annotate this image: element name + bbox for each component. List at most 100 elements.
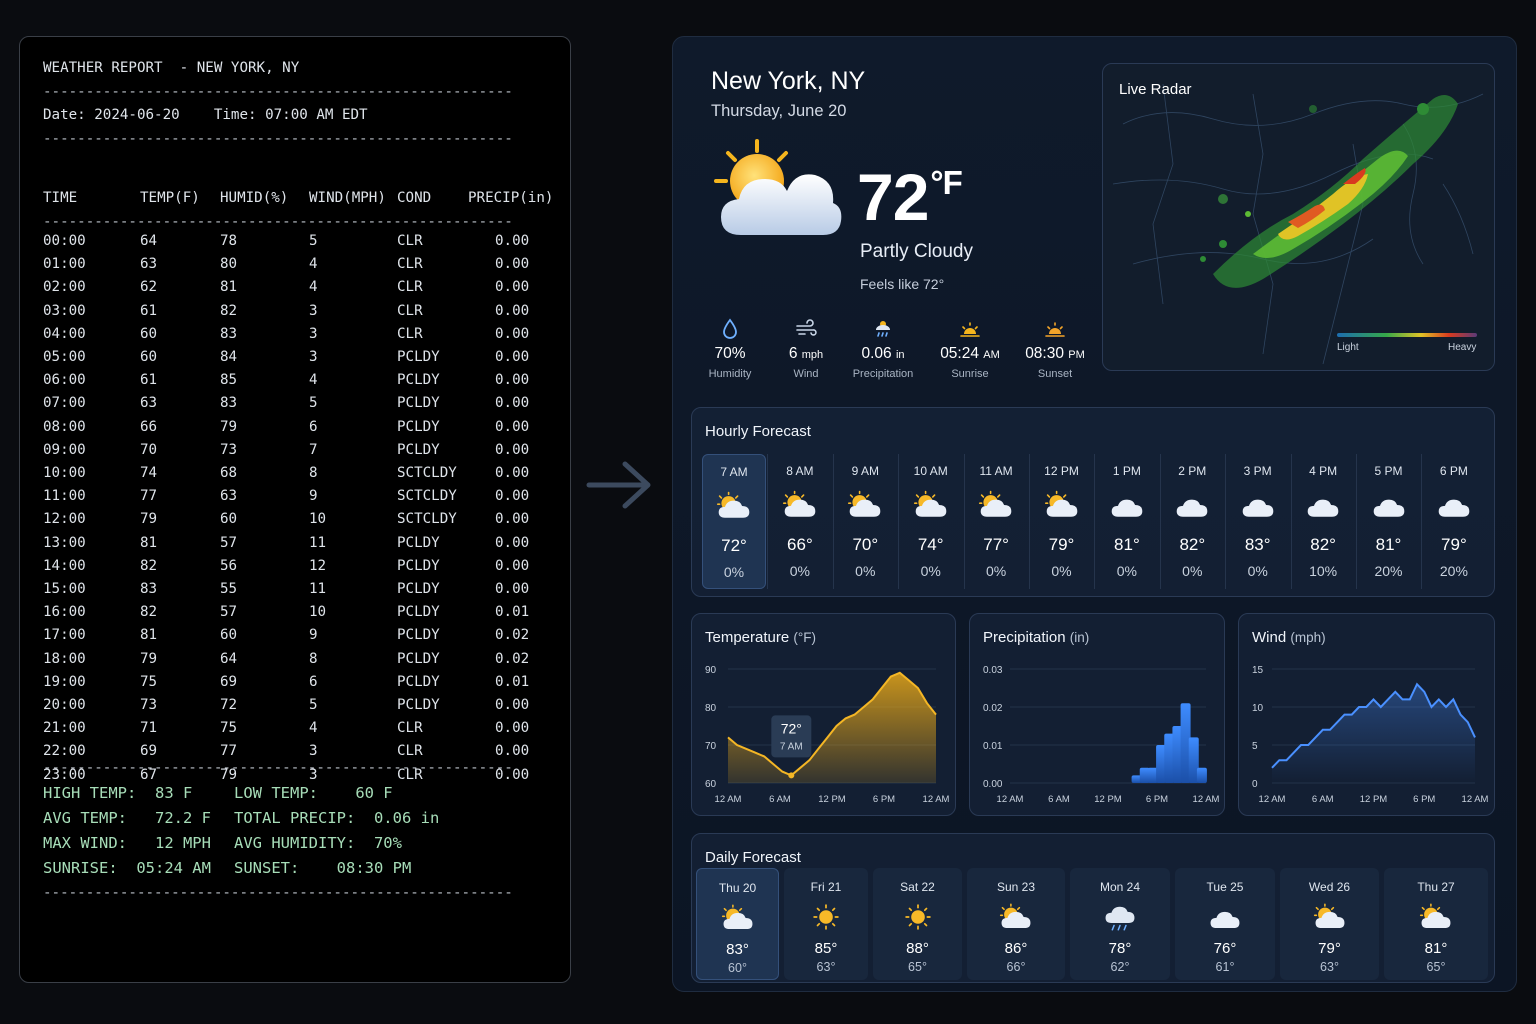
current-date: Thursday, June 20 [711, 102, 847, 120]
summary-item: AVG HUMIDITY: 70% [234, 834, 402, 852]
cloudy-icon [1307, 499, 1339, 517]
table-cell: 81 [220, 279, 238, 296]
table-row: 07:00 63 83 5 PCLDY 0.00 [43, 394, 563, 412]
summary-item: SUNSET: 08:30 PM [234, 859, 412, 877]
precipitation-icon [876, 321, 890, 337]
chart-unit: (in) [1069, 630, 1090, 645]
daily-item[interactable]: Sun 23 86° 66° [967, 868, 1065, 980]
table-row: 12:00 79 60 10 SCTCLDY 0.00 [43, 510, 563, 528]
chart-title-text: Temperature [705, 629, 790, 646]
daily-item[interactable]: Thu 27 81° 65° [1384, 868, 1488, 980]
hourly-item[interactable]: 7 AM 72° 0% [702, 454, 766, 589]
table-cell: 60 [220, 627, 238, 644]
table-cell: PCLDY [397, 395, 440, 412]
table-row: 00:00 64 78 5 CLR 0.00 [43, 232, 563, 250]
table-cell: CLR [397, 279, 423, 296]
hourly-precip: 0% [920, 563, 941, 579]
table-row: 01:00 63 80 4 CLR 0.00 [43, 255, 563, 273]
table-cell: 10 [309, 604, 327, 621]
x-tick-label: 12 AM [1193, 794, 1220, 805]
tooltip-marker[interactable] [788, 772, 795, 779]
table-row: 10:00 74 68 8 SCTCLDY 0.00 [43, 464, 563, 482]
hourly-item[interactable]: 9 AM 70° 0% [832, 454, 897, 589]
table-cell: 5 [309, 697, 318, 713]
hourly-temp: 83° [1244, 535, 1271, 554]
col-wind: WIND(MPH) [309, 190, 386, 206]
table-row: 14:00 82 56 12 PCLDY 0.00 [43, 557, 563, 575]
table-cell: 62 [140, 279, 158, 296]
table-cell: 63 [140, 395, 158, 412]
daily-high: 79° [1318, 940, 1341, 957]
table-cell: 14:00 [43, 557, 86, 574]
hourly-item[interactable]: 8 AM 66° 0% [767, 454, 831, 589]
table-cell: 18:00 [43, 650, 86, 667]
radar-map[interactable] [1103, 64, 1496, 372]
daily-item[interactable]: Tue 25 76° 61° [1175, 868, 1275, 980]
table-cell: 69 [140, 743, 158, 760]
hourly-item[interactable]: 11 AM 77° 0% [963, 454, 1028, 589]
chart-unit: (mph) [1290, 630, 1326, 645]
table-cell: 0.00 [495, 720, 530, 737]
weather-dashboard: New York, NY Thursday, June 20 72°F Part… [672, 36, 1517, 992]
table-cell: PCLDY [397, 673, 440, 690]
table-row: 19:00 75 69 6 PCLDY 0.01 [43, 673, 563, 691]
table-cell: 75 [220, 720, 238, 737]
radar-panel[interactable]: Live Radar Light Heavy [1102, 63, 1495, 371]
table-row: 02:00 62 81 4 CLR 0.00 [43, 278, 563, 296]
hourly-temp: 81° [1114, 535, 1140, 554]
table-row: 17:00 81 60 9 PCLDY 0.02 [43, 626, 563, 644]
table-cell: 83 [140, 581, 158, 597]
arrow-right-icon [586, 461, 651, 509]
partly-cloudy-icon [714, 139, 842, 235]
y-tick-label: 15 [1252, 665, 1264, 676]
hourly-item[interactable]: 5 PM 81° 20% [1356, 454, 1420, 589]
table-cell: 8 [309, 465, 318, 481]
table-cell: 6 [309, 673, 318, 690]
hourly-item[interactable]: 4 PM 82° 10% [1290, 454, 1355, 589]
daily-item[interactable]: Fri 21 85° 63° [784, 868, 868, 980]
table-cell: 4 [309, 279, 318, 296]
table-cell: 74 [140, 465, 158, 481]
daily-low: 63° [816, 960, 836, 974]
table-cell: 82 [140, 557, 158, 574]
table-cell: 6 [309, 418, 318, 435]
partly-cloudy-icon [1419, 903, 1451, 929]
x-tick-label: 6 PM [1146, 794, 1168, 805]
daily-item[interactable]: Mon 24 78° 62° [1070, 868, 1170, 980]
table-row: 18:00 79 64 8 PCLDY 0.02 [43, 650, 563, 668]
radar-legend-light: Light [1337, 342, 1359, 353]
daily-item[interactable]: Wed 26 79° 63° [1280, 868, 1379, 980]
hourly-precip: 0% [723, 564, 745, 580]
daily-item[interactable]: Thu 20 83° 60° [696, 868, 779, 980]
table-cell: 21:00 [43, 720, 86, 737]
x-tick-label: 12 PM [818, 794, 846, 805]
cloudy-icon [1438, 499, 1470, 517]
table-row: 08:00 66 79 6 PCLDY 0.00 [43, 418, 563, 436]
stat-value: 05:24 AM [930, 345, 1010, 363]
daily-low: 65° [1426, 960, 1446, 974]
table-cell: 61 [140, 372, 158, 389]
hourly-item[interactable]: 12 PM 79° 0% [1029, 454, 1093, 589]
x-tick-label: 6 PM [1413, 794, 1435, 805]
hourly-item[interactable]: 3 PM 83° 0% [1225, 454, 1289, 589]
hourly-item[interactable]: 2 PM 82° 0% [1159, 454, 1224, 589]
y-tick-label: 10 [1252, 703, 1264, 714]
table-cell: 10 [309, 511, 327, 528]
partly-cloudy-icon [848, 490, 881, 517]
hourly-item[interactable]: 10 AM 74° 0% [898, 454, 962, 589]
daily-high: 85° [814, 940, 838, 957]
hourly-item[interactable]: 1 PM 81° 0% [1094, 454, 1158, 589]
table-cell: 83 [220, 395, 238, 412]
chart-title: Temperature (°F) [705, 629, 816, 646]
rain-icon [1105, 906, 1135, 931]
table-cell: 0.00 [495, 697, 530, 713]
table-cell: PCLDY [397, 697, 440, 713]
hourly-precip: 20% [1439, 563, 1468, 579]
summary-item: LOW TEMP: 60 F [234, 784, 393, 802]
hourly-item[interactable]: 6 PM 79° 20% [1421, 454, 1485, 589]
daily-item[interactable]: Sat 22 88° 65° [873, 868, 962, 980]
hourly-temp: 70° [852, 535, 879, 554]
separator: ----------------------------------------… [43, 760, 513, 776]
table-cell: 04:00 [43, 325, 86, 342]
table-cell: 0.00 [495, 534, 530, 551]
